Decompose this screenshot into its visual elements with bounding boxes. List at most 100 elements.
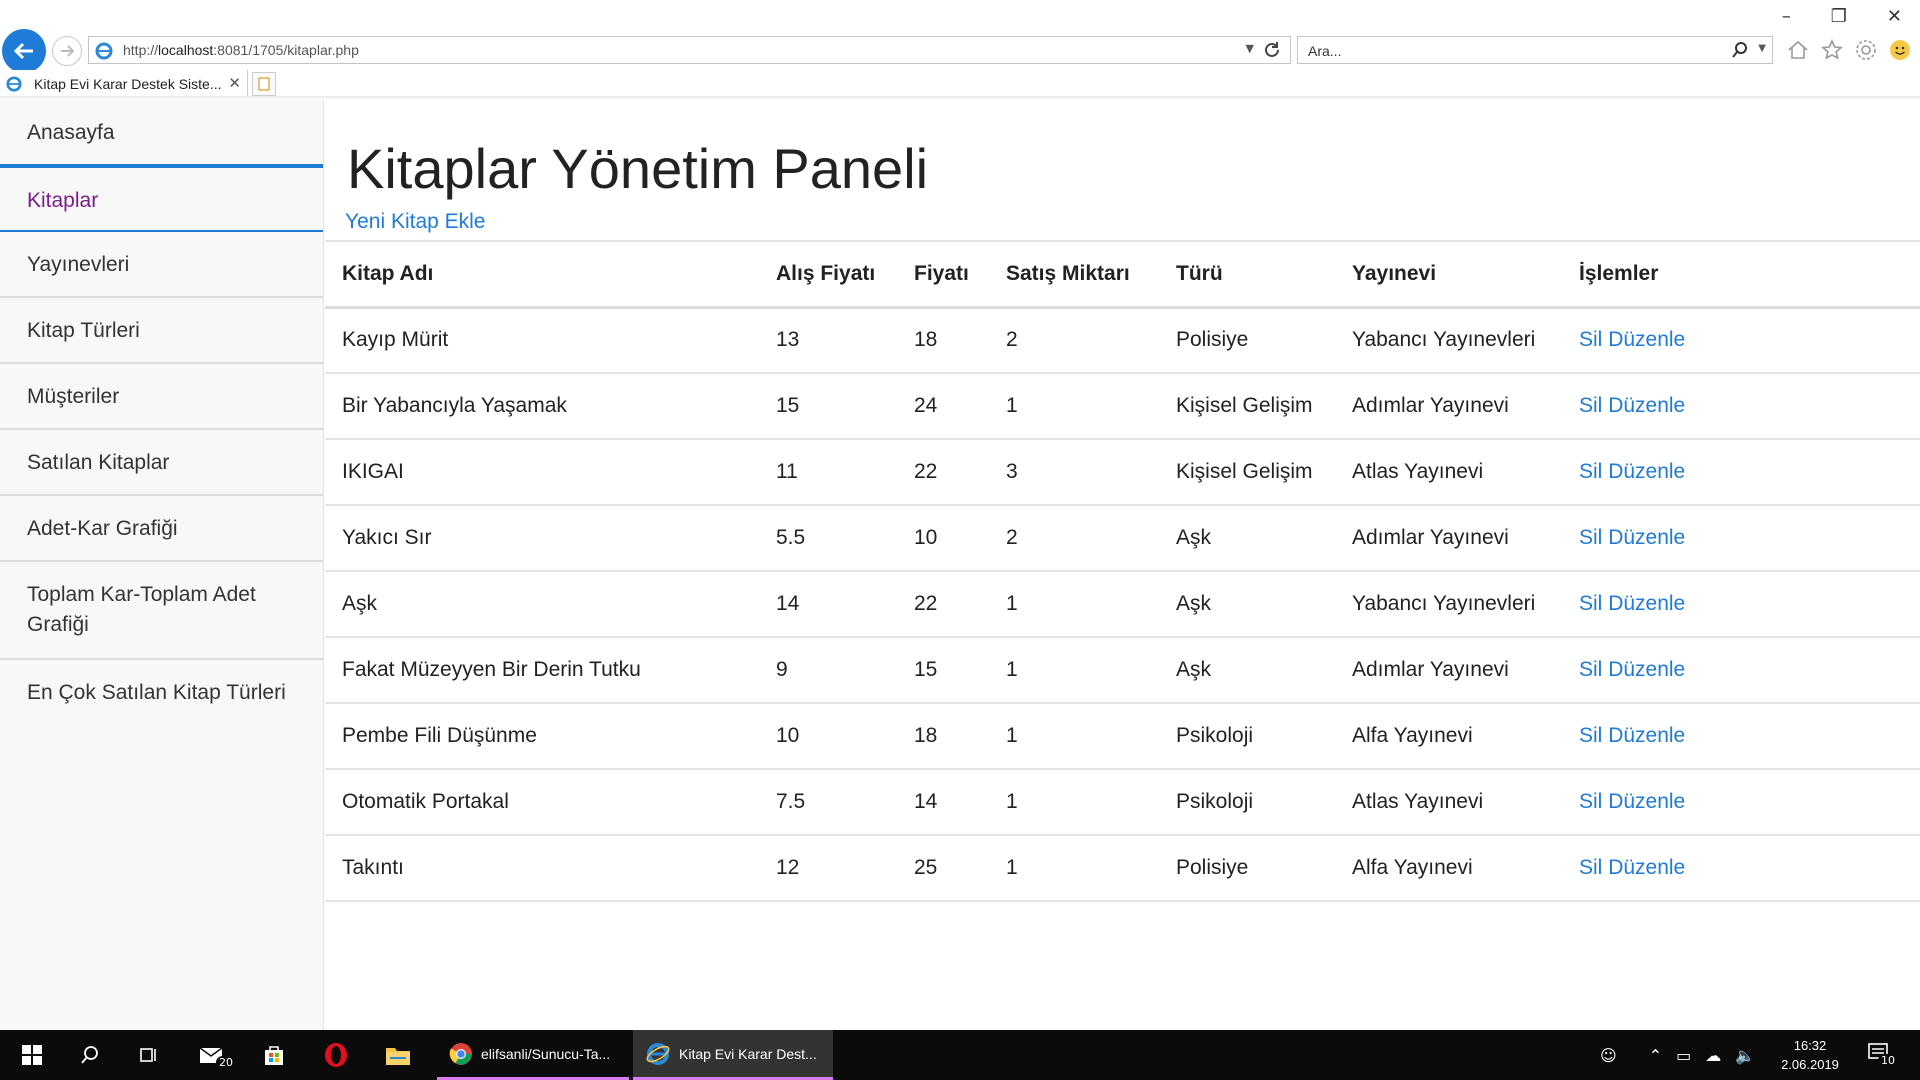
col-fiyati-cell: 24 [897,373,989,440]
clock[interactable]: 16:32 2.06.2019 [1770,1036,1850,1074]
volume-icon[interactable]: 🔈 [1735,1046,1755,1065]
system-tray: ☺ ⌃ ▭ ☁ 🔈 [1600,1030,1755,1080]
sidebar-item-musteriler[interactable]: Müşteriler [0,364,323,430]
sidebar-item-anasayfa[interactable]: Anasayfa [0,100,323,166]
tab-close-icon[interactable]: ✕ [228,74,241,92]
edit-link[interactable]: Düzenle [1608,526,1685,549]
add-book-link[interactable]: Yeni Kitap Ekle [345,210,486,234]
settings-gear-icon[interactable] [1854,38,1878,62]
browser-search-box[interactable]: Ara... ▼ [1297,36,1773,64]
col-satis-miktari-cell: 1 [989,835,1159,902]
col-alis-fiyati-cell: 10 [759,703,897,770]
sidebar-item-kitaplar[interactable]: Kitaplar [0,166,323,232]
onedrive-cloud-icon[interactable]: ☁ [1705,1046,1721,1065]
col-satis-miktari-cell: 1 [989,703,1159,770]
delete-link[interactable]: Sil [1579,394,1602,417]
delete-link[interactable]: Sil [1579,724,1602,747]
col-alis-fiyati-cell: 15 [759,373,897,440]
minimize-icon[interactable]: – [1782,6,1791,27]
close-icon[interactable]: ✕ [1887,6,1902,27]
books-table: Kitap Adı Alış Fiyatı Fiyatı Satış Miktarı T… [325,240,1920,902]
col-turu-cell: Psikoloji [1159,769,1335,836]
taskbar-chrome-window[interactable]: elifsanli/Sunucu-Ta... [437,1030,629,1080]
sidebar-item-adet-kar-grafigi[interactable]: Adet-Kar Grafiği [0,496,323,562]
edit-link[interactable]: Düzenle [1608,658,1685,681]
task-view-button[interactable] [124,1030,172,1080]
col-yayinevi-cell: Alfa Yayınevi [1335,835,1562,902]
col-satis-miktari-cell: 2 [989,307,1159,374]
battery-icon[interactable]: ▭ [1676,1046,1691,1065]
col-satis-miktari-cell: 3 [989,439,1159,506]
col-kitap-adi-cell: Fakat Müzeyyen Bir Derin Tutku [325,637,759,704]
ie-page-icon [95,42,113,60]
ie-tab-icon [6,76,22,92]
home-icon[interactable] [1786,38,1810,62]
file-explorer-button[interactable] [374,1030,422,1080]
delete-link[interactable]: Sil [1579,592,1602,615]
new-tab-button[interactable] [252,72,276,96]
col-yayinevi-cell: Adımlar Yayınevi [1335,373,1562,440]
sidebar-item-toplam-kar-grafigi[interactable]: Toplam Kar-Toplam Adet Grafiği [0,562,323,660]
col-islemler-header: İşlemler [1562,240,1920,309]
edit-link[interactable]: Düzenle [1608,460,1685,483]
search-dropdown-icon[interactable]: ▼ [1758,43,1766,54]
sidebar-item-satilan-kitaplar[interactable]: Satılan Kitaplar [0,430,323,496]
col-fiyati-cell: 15 [897,637,989,704]
mail-app-button[interactable]: 20 [188,1030,236,1080]
edit-link[interactable]: Düzenle [1608,592,1685,615]
col-yayinevi-cell: Yabancı Yayınevleri [1335,571,1562,638]
main-content: Kitaplar Yönetim Paneli Yeni Kitap Ekle … [325,100,1920,1030]
action-center-button[interactable]: 10 [1866,1040,1898,1070]
col-satis-miktari-cell: 2 [989,505,1159,572]
forward-button[interactable] [52,36,82,66]
people-icon[interactable]: ☺ [1600,1046,1617,1065]
col-fiyati-cell: 18 [897,307,989,374]
delete-link[interactable]: Sil [1579,328,1602,351]
start-button[interactable] [8,1030,56,1080]
feedback-smiley-icon[interactable] [1888,38,1912,62]
store-app-button[interactable] [250,1030,298,1080]
col-turu-cell: Kişisel Gelişim [1159,373,1335,440]
page-title: Kitaplar Yönetim Paneli [347,137,929,200]
favorites-star-icon[interactable] [1820,38,1844,62]
taskbar-ie-window[interactable]: Kitap Evi Karar Dest... [633,1030,833,1080]
col-kitap-adi-header: Kitap Adı [325,240,759,309]
sidebar-item-en-cok-satilan[interactable]: En Çok Satılan Kitap Türleri [0,660,323,726]
clock-date: 2.06.2019 [1781,1057,1839,1072]
restore-icon[interactable]: ❐ [1831,6,1847,27]
taskbar-search-button[interactable] [66,1030,114,1080]
edit-link[interactable]: Düzenle [1608,394,1685,417]
edit-link[interactable]: Düzenle [1608,724,1685,747]
delete-link[interactable]: Sil [1579,658,1602,681]
address-bar[interactable]: http://localhost:8081/1705/kitaplar.php … [88,36,1291,64]
delete-link[interactable]: Sil [1579,856,1602,879]
col-satis-miktari-cell: 1 [989,373,1159,440]
col-satis-miktari-header: Satış Miktarı [989,240,1159,309]
opera-app-button[interactable] [312,1030,360,1080]
delete-link[interactable]: Sil [1579,790,1602,813]
back-arrow-icon [13,42,33,60]
col-kitap-adi-cell: Aşk [325,571,759,638]
actions-cell: Sil Düzenle [1562,703,1920,770]
edit-link[interactable]: Düzenle [1608,790,1685,813]
refresh-icon[interactable] [1262,40,1282,60]
search-icon[interactable] [1730,40,1750,60]
tab-row: Kitap Evi Karar Destek Siste... ✕ [0,70,1920,98]
col-alis-fiyati-cell: 13 [759,307,897,374]
delete-link[interactable]: Sil [1579,526,1602,549]
browser-tab[interactable]: Kitap Evi Karar Destek Siste... ✕ [0,70,248,98]
sidebar-item-yayinevleri[interactable]: Yayınevleri [0,232,323,298]
col-alis-fiyati-cell: 11 [759,439,897,506]
col-turu-cell: Polisiye [1159,835,1335,902]
edit-link[interactable]: Düzenle [1608,328,1685,351]
address-dropdown-icon[interactable]: ▼ [1246,42,1254,55]
delete-link[interactable]: Sil [1579,460,1602,483]
actions-cell: Sil Düzenle [1562,373,1920,440]
edit-link[interactable]: Düzenle [1608,856,1685,879]
back-button[interactable] [2,29,46,73]
sidebar-item-kitap-turleri[interactable]: Kitap Türleri [0,298,323,364]
table-row: Aşk 14 22 1 Aşk Yabancı Yayınevleri Sil Düzenl… [325,571,1920,638]
table-row: IKIGAI 11 22 3 Kişisel Gelişim Atlas Yayınevi… [325,439,1920,506]
show-hidden-icons-icon[interactable]: ⌃ [1649,1046,1662,1065]
col-kitap-adi-cell: Pembe Fili Düşünme [325,703,759,770]
